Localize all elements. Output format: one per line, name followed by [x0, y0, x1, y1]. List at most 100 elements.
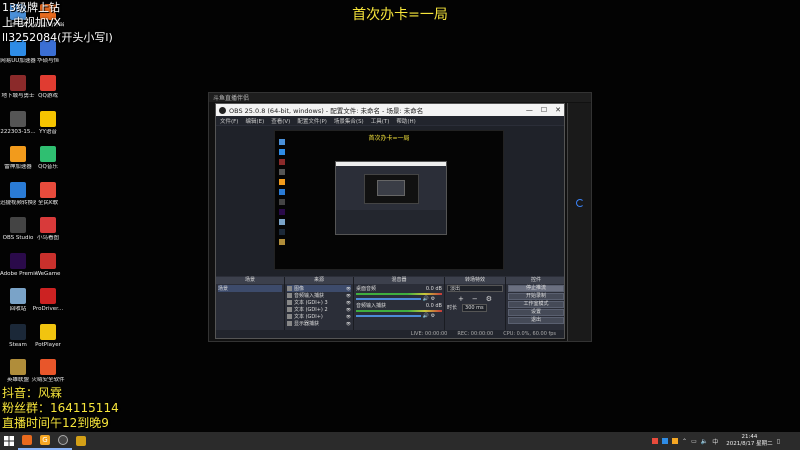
- mixer-channel: 桌面音频 0.0 dB 🔊 ⚙: [356, 285, 442, 302]
- app-icon: [40, 323, 56, 340]
- overlay-line: 抖音：风霖: [2, 386, 63, 400]
- desktop-icon[interactable]: 全民K歌: [30, 181, 66, 207]
- stop-streaming-button[interactable]: 停止推流: [508, 285, 564, 292]
- source-type-icon: [287, 300, 292, 305]
- minimize-button[interactable]: —: [526, 106, 533, 114]
- remove-icon[interactable]: −: [472, 295, 478, 303]
- speaker-icon[interactable]: 🔈: [701, 438, 708, 445]
- desktop-icon[interactable]: QQ游戏: [30, 75, 66, 100]
- tray-app-icon[interactable]: [662, 438, 669, 444]
- clock[interactable]: 21:44 2021/8/17 星期二: [726, 434, 772, 448]
- desktop-icon-label: 华硕与恒: [36, 57, 59, 64]
- preview-nested-canvas: [364, 174, 419, 204]
- app-icon: [10, 146, 26, 162]
- live-time: LIVE: 00:00:00: [410, 331, 448, 337]
- source-item-label: 图像: [294, 286, 305, 292]
- app-icon: [10, 252, 26, 269]
- add-icon[interactable]: +: [458, 295, 464, 303]
- source-item[interactable]: 音频输入捕获 👁: [287, 292, 351, 299]
- gear-icon[interactable]: ⚙: [431, 313, 435, 319]
- eye-icon[interactable]: 👁: [346, 286, 351, 291]
- desktop-icon-label: WeGame: [35, 270, 61, 277]
- desktop-icon[interactable]: 火绒安全软件: [30, 359, 66, 384]
- controls-header: 控件: [506, 277, 564, 284]
- overlay-line: 13级牌上钻: [2, 1, 60, 14]
- menu-edit[interactable]: 编辑(E): [245, 117, 264, 125]
- menu-file[interactable]: 文件(F): [220, 117, 238, 125]
- source-item[interactable]: 图像 👁: [287, 285, 351, 292]
- taskbar-app-douyu[interactable]: [18, 432, 36, 450]
- obs-menubar: 文件(F) 编辑(E) 查看(V) 配置文件(P) 场景集合(S) 工具(T) …: [216, 116, 564, 125]
- network-icon[interactable]: ▭: [691, 438, 697, 445]
- source-item[interactable]: 文本 (GDI+) 3 👁: [287, 299, 351, 306]
- gear-icon[interactable]: ⚙: [431, 296, 435, 302]
- menu-tools[interactable]: 工具(T): [371, 117, 390, 125]
- source-item[interactable]: 文本 (GDI+) 2 👁: [287, 306, 351, 313]
- tray-app-icon[interactable]: [672, 438, 679, 444]
- source-type-icon: [287, 293, 292, 298]
- transitions-header: 转场特效: [445, 277, 505, 284]
- scene-item-label: 场景: [218, 286, 229, 292]
- menu-scene-collection[interactable]: 场景集合(S): [334, 117, 364, 125]
- taskbar-app-media[interactable]: [72, 432, 90, 450]
- notification-icon[interactable]: ▯: [777, 438, 780, 445]
- mixer-channel: 音频输入捕获 0.0 dB 🔊 ⚙: [356, 302, 442, 319]
- overlay-line: 直播时间午12到晚9: [2, 416, 109, 430]
- maximize-button[interactable]: ☐: [541, 106, 547, 114]
- obs-window: OBS 25.0.8 (64-bit, windows) - 配置文件: 未命名…: [215, 103, 565, 339]
- source-type-icon: [287, 307, 292, 312]
- ime-indicator[interactable]: 中: [712, 437, 718, 446]
- source-item-label: 音频输入捕获: [294, 293, 325, 299]
- desktop-icon[interactable]: QQ音乐: [30, 146, 66, 171]
- cpu-fps: CPU: 0.0%, 60.00 fps: [503, 331, 556, 337]
- taskbar-app-game[interactable]: G: [36, 432, 54, 450]
- app-icon: [10, 110, 26, 127]
- taskbar: G ⌃ ▭ 🔈 中 21:44 2021/8/17 星期二 ▯: [0, 432, 800, 450]
- source-item[interactable]: 文本 (GDI+) 👁: [287, 313, 351, 320]
- volume-slider[interactable]: [356, 297, 421, 300]
- desktop-icon[interactable]: ProDriver...: [30, 288, 66, 313]
- source-item-label: 文本 (GDI+) 3: [294, 300, 328, 306]
- obs-icon: [58, 435, 68, 445]
- mixer-header: 混音器: [354, 277, 444, 284]
- source-item[interactable]: 显示器捕获 👁: [287, 320, 351, 327]
- start-button[interactable]: [0, 432, 18, 450]
- eye-icon[interactable]: 👁: [346, 321, 351, 326]
- menu-view[interactable]: 查看(V): [271, 117, 290, 125]
- chevron-up-icon[interactable]: ⌃: [682, 438, 687, 445]
- eye-icon[interactable]: 👁: [346, 307, 351, 312]
- desktop-icon[interactable]: WeGame: [30, 252, 66, 278]
- exit-button[interactable]: 退出: [508, 317, 564, 324]
- overlay-line: ll3252084(开头小写l): [2, 31, 113, 44]
- taskbar-app-obs[interactable]: [54, 432, 72, 450]
- eye-icon[interactable]: 👁: [346, 293, 351, 298]
- desktop-icon[interactable]: 小鸟看图: [30, 217, 66, 242]
- desktop-icon-label: QQ音乐: [38, 164, 58, 170]
- start-recording-button[interactable]: 开始录制: [508, 293, 564, 300]
- studio-mode-button[interactable]: 工作室模式: [508, 301, 564, 308]
- gear-icon[interactable]: ⚙: [486, 295, 492, 303]
- desktop-icon-label: 小鸟看图: [36, 235, 59, 241]
- menu-help[interactable]: 帮助(H): [396, 117, 415, 125]
- eye-icon[interactable]: 👁: [346, 314, 351, 319]
- speaker-icon[interactable]: 🔊: [423, 313, 429, 319]
- speaker-icon[interactable]: 🔊: [423, 296, 429, 302]
- eye-icon[interactable]: 👁: [346, 300, 351, 305]
- close-button[interactable]: ✕: [555, 106, 561, 114]
- settings-button[interactable]: 设置: [508, 309, 564, 316]
- volume-slider[interactable]: [356, 314, 421, 317]
- preview-mini-icons: [277, 139, 297, 249]
- desktop-icon-label: 全民K歌: [37, 199, 59, 206]
- app-icon: [10, 359, 26, 375]
- desktop-icon[interactable]: YY语音: [30, 110, 66, 136]
- scene-item[interactable]: 场景: [218, 285, 282, 292]
- duration-input[interactable]: 300 ms: [462, 303, 487, 312]
- app-icon: [10, 217, 26, 233]
- desktop-icon-label: QQ游戏: [38, 93, 58, 99]
- desktop-icon[interactable]: PotPlayer: [30, 323, 66, 349]
- transition-select-value: 淡出: [450, 286, 461, 292]
- menu-profile[interactable]: 配置文件(P): [297, 117, 327, 125]
- preview-canvas[interactable]: 首次办卡=一局: [274, 130, 504, 270]
- tray-app-icon[interactable]: [652, 438, 659, 444]
- transition-select[interactable]: 淡出: [447, 285, 503, 292]
